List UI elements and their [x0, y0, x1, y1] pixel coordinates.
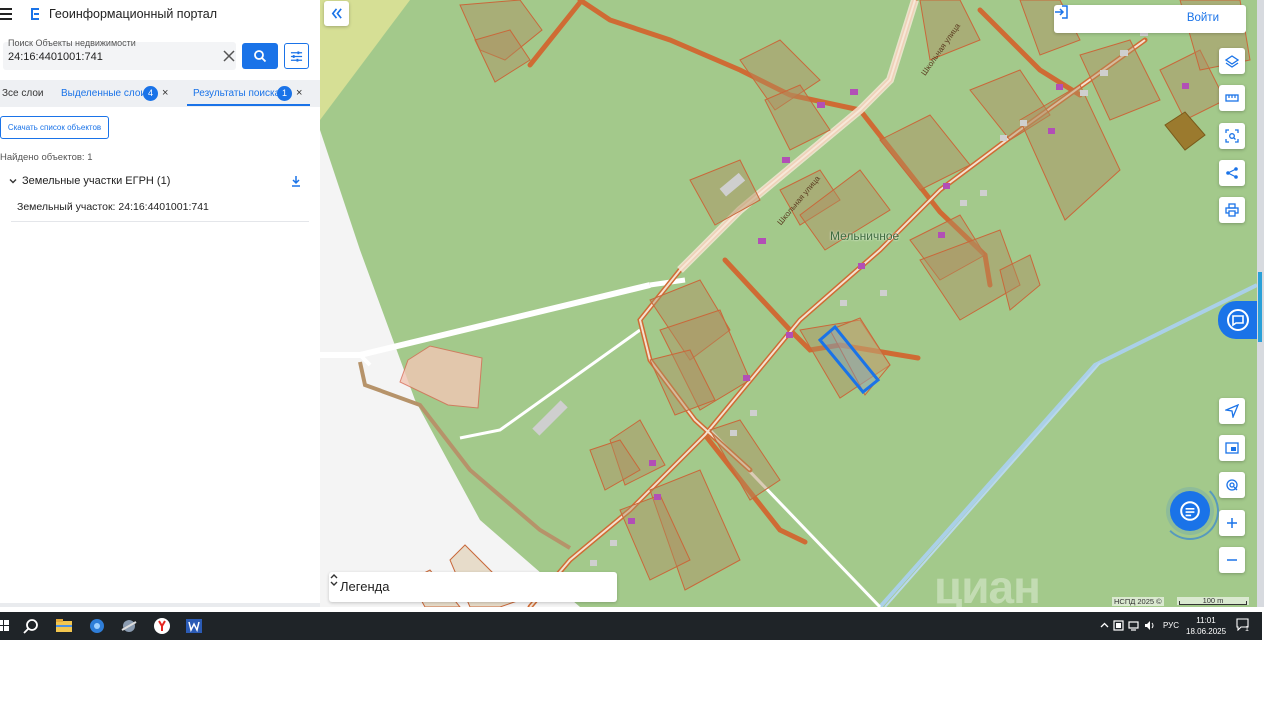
- ruler-icon: [1225, 94, 1239, 102]
- layer-tabs: Зсе слои Выделенные слои 4 × Результаты …: [0, 80, 320, 107]
- chat-icon: [1180, 501, 1200, 521]
- watermark: циан: [934, 561, 1041, 607]
- tab-search-results-label: Результаты поиска: [193, 88, 281, 99]
- double-chevron-left-icon: [331, 8, 342, 19]
- yandex-browser-icon[interactable]: [151, 616, 173, 636]
- map-canvas[interactable]: [320, 0, 1257, 607]
- ruler-button[interactable]: [1219, 85, 1245, 111]
- tab-all-layers[interactable]: Зсе слои: [2, 80, 43, 107]
- close-search-results-tab-icon[interactable]: ×: [296, 80, 302, 107]
- chevron-down-icon[interactable]: [8, 176, 18, 186]
- menu-icon[interactable]: [0, 8, 12, 20]
- share-button[interactable]: [1219, 160, 1245, 186]
- sidebar-panel: Геоинформационный портал Поиск Объекты н…: [0, 0, 320, 607]
- close-selected-layers-tab-icon[interactable]: ×: [162, 80, 168, 107]
- portal-logo-icon: [31, 8, 39, 20]
- network-icon[interactable]: [1128, 620, 1139, 631]
- layers-icon: [1225, 55, 1239, 68]
- filter-sliders-icon: [290, 51, 303, 62]
- chat-button[interactable]: [1170, 491, 1210, 531]
- locate-icon: [1225, 404, 1239, 418]
- list-item[interactable]: Земельный участок: 24:16:4401001:741: [11, 196, 309, 222]
- window-edge-accent: [1258, 272, 1262, 342]
- results-group-header[interactable]: Земельные участки ЕГРН (1): [0, 172, 310, 192]
- tab-search-results[interactable]: Результаты поиска 1 ×: [193, 80, 302, 107]
- search-field-label: Поиск Объекты недвижимости: [8, 38, 136, 48]
- clear-search-icon[interactable]: [221, 48, 237, 64]
- os-taskbar: РУС 11:01 18.06.2025 1: [0, 612, 1262, 640]
- search-icon[interactable]: [20, 616, 42, 636]
- layers-button[interactable]: [1219, 48, 1245, 74]
- login-label: Войти: [1186, 12, 1219, 24]
- volume-icon[interactable]: [1144, 620, 1155, 631]
- legend-dropdown[interactable]: Легенда: [329, 572, 617, 602]
- search-results-count-badge: 1: [277, 86, 292, 101]
- start-icon[interactable]: [0, 616, 14, 636]
- login-icon: [1055, 5, 1068, 19]
- selected-layers-count-badge: 4: [143, 86, 158, 101]
- tab-selected-layers[interactable]: Выделенные слои 4 ×: [61, 80, 168, 107]
- map-view[interactable]: Школьная улица Школьная улица Мельничное…: [320, 0, 1257, 607]
- feedback-tab[interactable]: [1218, 301, 1257, 339]
- login-button[interactable]: Войти: [1054, 5, 1246, 33]
- filter-button[interactable]: [284, 43, 309, 69]
- file-explorer-icon[interactable]: [53, 616, 75, 636]
- map-attribution: НСПД 2025 ©: [1112, 597, 1164, 606]
- download-icon[interactable]: [290, 175, 302, 187]
- minimap-icon: [1225, 442, 1239, 454]
- notifications-count: 1: [1245, 626, 1249, 633]
- panel-footer-strip: [0, 603, 320, 607]
- locate-button[interactable]: [1219, 398, 1245, 424]
- browser-icon[interactable]: [86, 616, 108, 636]
- chevron-up-icon[interactable]: [1099, 620, 1110, 631]
- search-icon: [254, 50, 267, 63]
- zoom-out-icon: [1227, 559, 1237, 561]
- app-title: Геоинформационный портал: [49, 7, 218, 21]
- print-icon: [1225, 203, 1239, 217]
- active-tab-indicator: [187, 104, 310, 106]
- app-icon[interactable]: [118, 616, 140, 636]
- clock[interactable]: 11:01 18.06.2025: [1186, 615, 1226, 637]
- select-area-button[interactable]: [1219, 123, 1245, 149]
- feedback-icon: [1227, 309, 1249, 331]
- zoom-out-button[interactable]: [1219, 547, 1245, 573]
- search-input[interactable]: [8, 51, 208, 63]
- place-label: Мельничное: [830, 229, 900, 243]
- print-button[interactable]: [1219, 197, 1245, 223]
- search-field[interactable]: Поиск Объекты недвижимости: [3, 38, 237, 70]
- word-icon[interactable]: [183, 616, 205, 636]
- tab-all-layers-label: Зсе слои: [2, 88, 44, 99]
- clock-date: 18.06.2025: [1186, 627, 1227, 636]
- language-indicator[interactable]: РУС: [1163, 621, 1179, 630]
- tray-app-icon[interactable]: [1113, 620, 1124, 631]
- app-header: Геоинформационный портал: [0, 0, 320, 30]
- clock-time: 11:01: [1196, 616, 1216, 625]
- results-group-label: Земельные участки ЕГРН (1): [22, 175, 171, 187]
- legend-label: Легенда: [340, 579, 390, 594]
- zoom-in-icon: [1227, 518, 1237, 528]
- scale-bar: 100 m: [1177, 597, 1249, 605]
- download-list-button[interactable]: Скачать список объектов: [0, 116, 109, 139]
- select-area-icon: [1225, 129, 1239, 143]
- geo-search-button[interactable]: [1219, 472, 1245, 498]
- collapse-panel-button[interactable]: [324, 1, 349, 26]
- minimap-button[interactable]: [1219, 435, 1245, 461]
- search-button[interactable]: [242, 43, 278, 69]
- tab-selected-layers-label: Выделенные слои: [61, 88, 146, 99]
- geo-search-icon: [1226, 479, 1238, 491]
- result-item-label: Земельный участок: 24:16:4401001:741: [17, 201, 209, 213]
- share-icon: [1226, 167, 1238, 179]
- zoom-in-button[interactable]: [1219, 510, 1245, 536]
- found-count-text: Найдено объектов: 1: [0, 152, 93, 163]
- expand-collapse-icon: [330, 574, 338, 586]
